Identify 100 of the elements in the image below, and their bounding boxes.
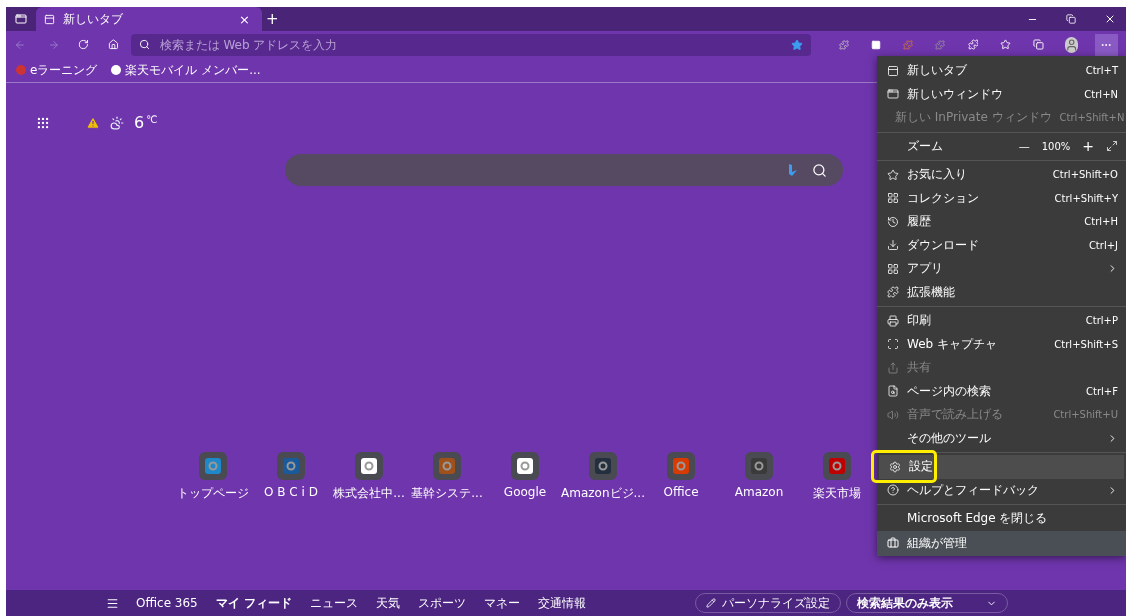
address-field[interactable]: 検索または Web アドレスを入力 (157, 36, 783, 53)
temperature: 6 (134, 113, 145, 132)
site-label: Amazonビジ... (561, 485, 645, 502)
share-icon (887, 361, 899, 374)
site-logo-icon (594, 457, 612, 475)
site-logo-icon (828, 457, 846, 475)
feed-tab[interactable]: スポーツ (408, 594, 475, 612)
menu-item[interactable]: アプリ (877, 257, 1126, 281)
feed-tab[interactable]: マイ フィード (206, 594, 301, 612)
menu-item[interactable]: ページ内の検索 Ctrl+F (877, 379, 1126, 403)
feed-tab[interactable]: 天気 (366, 594, 409, 612)
browser-tab[interactable]: 新しいタブ × (36, 7, 262, 31)
fullscreen-icon[interactable] (1106, 140, 1118, 153)
feed-tab[interactable]: 交通情報 (528, 594, 595, 612)
menu-item[interactable]: ヘルプとフィードバック (877, 478, 1126, 502)
site-logo-icon (360, 457, 378, 475)
managed-by-organization-item[interactable]: 組織が管理 (877, 530, 1126, 556)
site-tile[interactable] (745, 452, 773, 480)
site-tile[interactable] (667, 452, 695, 480)
feed-tab[interactable]: Office 365 (127, 596, 207, 610)
new-tab-button[interactable]: + (262, 7, 283, 31)
site-tile[interactable] (199, 452, 227, 480)
collection-icon (887, 192, 899, 205)
more-button[interactable] (1094, 33, 1118, 56)
star-icon[interactable] (790, 38, 803, 51)
menu-item[interactable]: 新しいタブ Ctrl+T (877, 59, 1126, 83)
printer-icon (887, 314, 899, 327)
site-label: Office (663, 485, 699, 499)
layout-dropdown[interactable]: 検索結果のみ表示 (845, 593, 1008, 613)
site-tile[interactable] (511, 452, 539, 480)
search-icon[interactable] (812, 162, 827, 178)
pencil-icon (705, 598, 716, 608)
search-icon (138, 39, 150, 50)
site-label: O B C i D (264, 485, 318, 499)
help-icon (887, 484, 899, 497)
favorite-link[interactable]: eラーニング (16, 61, 98, 79)
zoom-in-button[interactable]: + (1078, 138, 1098, 155)
page-search-icon (887, 385, 899, 398)
menu-item[interactable]: 設定 (879, 455, 1124, 479)
feed-tab[interactable]: マネー (474, 594, 529, 612)
settings-icon (889, 460, 901, 473)
site-logo-icon (516, 457, 534, 475)
favorite-link[interactable]: 楽天モバイル メンバー... (111, 61, 261, 79)
weather-icon (110, 115, 124, 130)
menu-item[interactable]: 拡張機能 (877, 280, 1126, 304)
zoom-value: 100% (1041, 140, 1071, 152)
extension-icon[interactable] (871, 38, 882, 51)
capture-icon (887, 338, 899, 351)
site-tile[interactable] (823, 452, 851, 480)
menu-item[interactable]: 新しいウィンドウ Ctrl+N (877, 82, 1126, 106)
puzzle-icon (887, 286, 899, 299)
restore-icon[interactable] (1066, 14, 1076, 24)
speaker-icon (887, 408, 899, 421)
menu-item[interactable]: Microsoft Edge を閉じる (877, 507, 1126, 531)
site-logo-icon (750, 457, 768, 475)
menu-item[interactable]: その他のツール (877, 426, 1126, 450)
home-icon[interactable] (107, 38, 119, 51)
site-tile[interactable] (355, 452, 383, 480)
briefcase-icon (887, 537, 899, 549)
refresh-icon[interactable] (78, 38, 89, 51)
zoom-out-button[interactable]: — (1014, 139, 1034, 153)
site-tile[interactable] (277, 452, 305, 480)
window-icon (887, 88, 899, 101)
profile-icon[interactable] (1064, 36, 1078, 53)
bing-logo-icon (788, 163, 798, 177)
address-bar[interactable]: 検索または Web アドレスを入力 (130, 33, 811, 56)
personalize-button[interactable]: パーソナライズ設定 (694, 593, 841, 613)
site-label: トップページ (177, 485, 249, 502)
extensions-icon[interactable] (967, 38, 979, 51)
favicon-icon (111, 65, 122, 75)
site-label: Google (503, 485, 547, 499)
menu-item[interactable]: ダウンロード Ctrl+J (877, 233, 1126, 257)
warning-icon (86, 115, 100, 130)
site-tile[interactable] (433, 452, 461, 480)
menu-icon[interactable] (106, 596, 119, 610)
menu-item[interactable]: コレクション Ctrl+Shift+Y (877, 186, 1126, 210)
temperature-unit: ℃ (146, 114, 158, 125)
site-tile[interactable] (589, 452, 617, 480)
feed-tab[interactable]: ニュース (300, 594, 367, 612)
close-icon[interactable] (1104, 13, 1116, 25)
site-label: 楽天市場 (813, 485, 861, 502)
grid-icon (887, 262, 899, 275)
favorites-icon[interactable] (1000, 38, 1012, 51)
extension-icon[interactable] (839, 38, 850, 51)
close-tab-button[interactable]: × (235, 11, 254, 27)
tab-icon (887, 64, 899, 77)
tab-actions-icon[interactable] (15, 13, 27, 25)
menu-label: ズーム (907, 137, 944, 155)
menu-item[interactable]: Web キャプチャ Ctrl+Shift+S (877, 332, 1126, 356)
collections-icon[interactable] (1033, 38, 1045, 51)
apps-grid-icon[interactable] (36, 115, 50, 130)
web-search-field[interactable] (285, 154, 843, 186)
menu-item[interactable]: お気に入り Ctrl+Shift+O (877, 163, 1126, 187)
site-label: Amazon (734, 485, 784, 499)
site-logo-icon (438, 457, 456, 475)
menu-item[interactable]: 履歴 Ctrl+H (877, 210, 1126, 234)
favicon-icon (16, 65, 26, 75)
site-logo-icon (282, 457, 300, 475)
history-icon (887, 215, 899, 228)
menu-item[interactable]: 印刷 Ctrl+P (877, 309, 1126, 333)
